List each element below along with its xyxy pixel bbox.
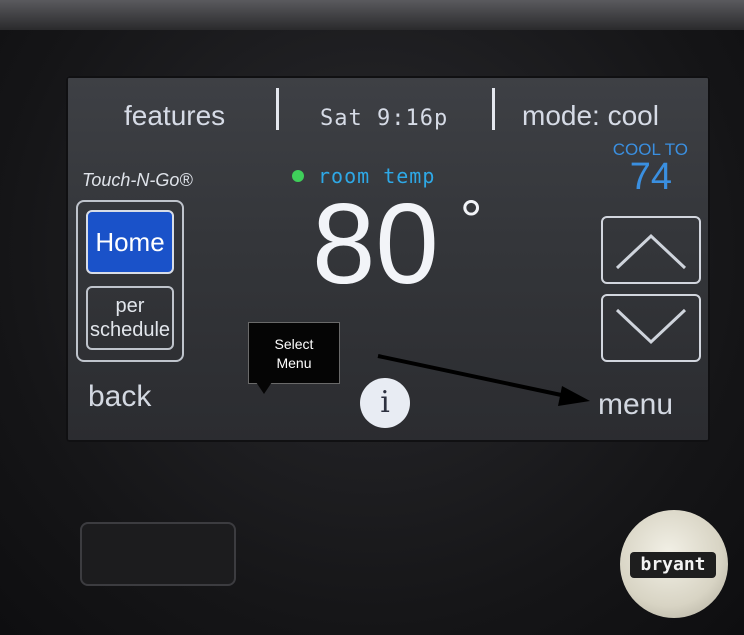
callout-line1: Select [274,336,314,352]
device-bezel [0,0,744,30]
per-schedule-button[interactable]: per schedule [86,286,174,350]
bryant-logo-text: bryant [630,552,716,578]
select-menu-callout: Select Menu [248,322,340,384]
top-bar: features Sat 9:16p mode: cool [66,76,710,146]
device-slot [80,522,236,586]
divider [492,88,495,130]
cool-setpoint: 74 [629,156,672,198]
thermostat-screen: features Sat 9:16p mode: cool Touch-N-Go… [66,76,710,442]
chevron-down-icon [615,308,687,345]
home-button[interactable]: Home [86,210,174,274]
clock-display: Sat 9:16p [320,106,449,131]
back-button[interactable]: back [88,380,151,414]
room-temperature: 80 [312,181,439,308]
callout-line2: Menu [276,355,312,371]
mode-button[interactable]: mode: cool [522,100,659,132]
per-schedule-label-line2: schedule [89,319,171,341]
degree-symbol: ° [460,188,483,251]
callout-tail [256,382,272,394]
menu-button[interactable]: menu [598,388,673,422]
chevron-up-icon [615,233,687,270]
touch-n-go-logo: Touch-N-Go® [82,170,193,190]
status-dot-icon [292,170,304,182]
bryant-logo: bryant [620,510,728,618]
divider [276,88,279,130]
per-schedule-label-line1: per [115,295,145,317]
temp-up-button[interactable] [601,216,701,284]
info-button[interactable]: i [360,378,410,428]
thermostat-device: features Sat 9:16p mode: cool Touch-N-Go… [0,0,744,635]
program-mode-group: Home per schedule [76,200,184,362]
temp-down-button[interactable] [601,294,701,362]
features-button[interactable]: features [124,100,225,132]
